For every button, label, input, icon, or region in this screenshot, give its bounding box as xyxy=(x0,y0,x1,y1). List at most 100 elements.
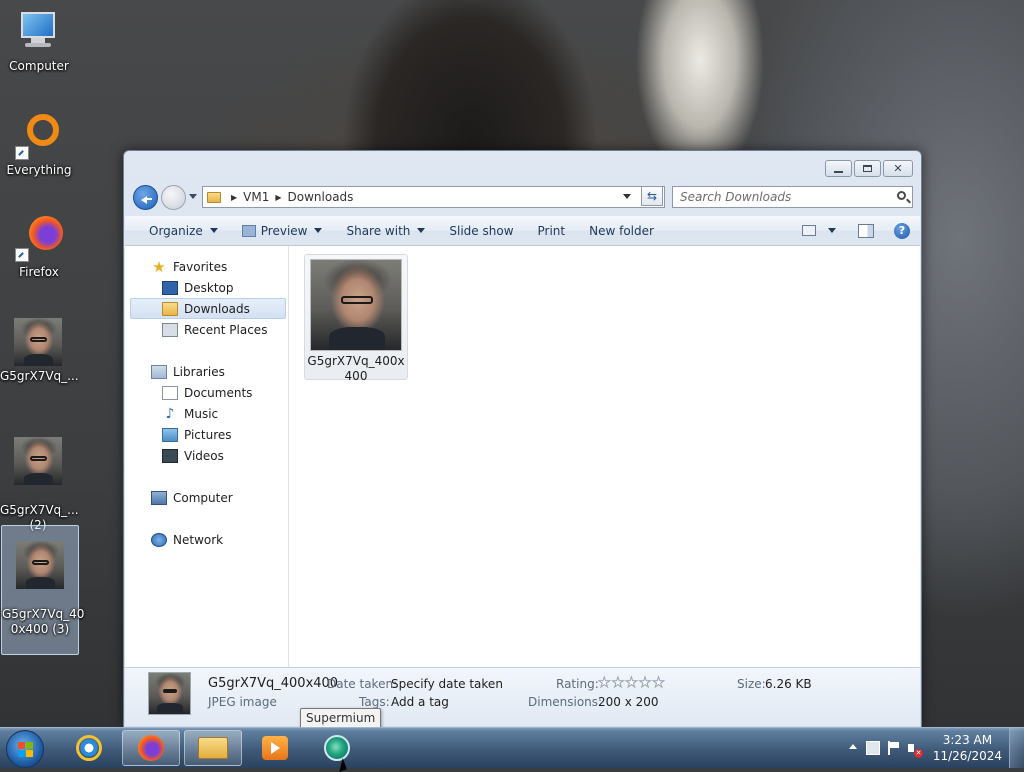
slide-show-button[interactable]: Slide show xyxy=(437,216,525,245)
nav-label: Pictures xyxy=(184,427,232,442)
desktop-icon-computer[interactable]: Computer xyxy=(1,8,77,74)
star-icon[interactable]: ★ xyxy=(638,676,652,691)
desktop-icon-label: G5grX7Vq_40 0x400 (3) xyxy=(2,607,85,636)
image-thumbnail-icon xyxy=(14,318,62,366)
nav-label: Network xyxy=(173,532,224,547)
taskbar-tooltip: Supermium xyxy=(300,708,382,729)
file-list: G5grX7Vq_400x400 xyxy=(289,246,920,667)
address-box[interactable]: ▶ VM1 ▶ Downloads xyxy=(202,186,665,208)
taskbar-app-file-explorer[interactable] xyxy=(184,730,242,766)
dimensions-value: 200 x 200 xyxy=(598,695,659,709)
file-item[interactable]: G5grX7Vq_400x400 xyxy=(304,254,408,383)
chevron-down-icon xyxy=(209,228,218,233)
folder-icon xyxy=(207,191,221,203)
nav-item-pictures[interactable]: Pictures xyxy=(125,424,288,445)
close-button[interactable]: ✕ xyxy=(883,160,913,177)
maximize-button[interactable] xyxy=(854,160,881,177)
notification-area: ✕ 3:23 AM 11/26/2024 xyxy=(834,728,1024,768)
nav-item-recent-places[interactable]: Recent Places xyxy=(125,319,288,340)
star-icon[interactable]: ★ xyxy=(625,676,639,691)
nav-label: Recent Places xyxy=(184,322,268,337)
music-icon: ♪ xyxy=(165,405,175,422)
nav-label: Libraries xyxy=(173,364,225,379)
system-clock[interactable]: 3:23 AM 11/26/2024 xyxy=(933,732,1002,764)
desktop-icon-image-3[interactable]: G5grX7Vq_40 0x400 (3) xyxy=(1,525,85,655)
chevron-down-icon xyxy=(623,193,631,199)
date-taken-label: Date taken: xyxy=(327,677,398,691)
search-input[interactable] xyxy=(680,190,885,204)
taskbar-app-media-player[interactable] xyxy=(246,730,304,766)
volume-muted-icon[interactable]: ✕ xyxy=(908,741,923,758)
image-thumbnail-icon xyxy=(14,437,62,485)
minimize-icon xyxy=(834,170,843,173)
dimensions-label: Dimensions: xyxy=(528,695,603,709)
organize-label: Organize xyxy=(149,223,203,238)
windows-logo-icon xyxy=(18,742,33,757)
nav-label: Desktop xyxy=(184,280,234,295)
navigation-pane: ★ Favorites Desktop Downloads Recent Pla… xyxy=(125,246,289,667)
start-button[interactable] xyxy=(6,730,44,768)
print-button[interactable]: Print xyxy=(526,216,578,245)
details-thumbnail xyxy=(148,672,191,715)
address-bar: ▶ VM1 ▶ Downloads ⇆ xyxy=(132,184,913,210)
forward-button[interactable] xyxy=(161,185,186,210)
supermium-icon xyxy=(324,735,350,761)
network-tray-icon[interactable] xyxy=(866,741,880,755)
size-value: 6.26 KB xyxy=(765,677,812,691)
image-thumbnail-icon xyxy=(16,541,64,589)
breadcrumb-separator-icon[interactable]: ▶ xyxy=(275,193,281,202)
tags-value[interactable]: Add a tag xyxy=(391,695,449,709)
breadcrumb-vm1[interactable]: VM1 xyxy=(243,190,269,204)
chevron-down-icon[interactable] xyxy=(828,228,836,233)
refresh-icon: ⇆ xyxy=(646,189,658,203)
nav-item-downloads[interactable]: Downloads xyxy=(130,298,286,319)
rating-stars[interactable]: ★ ★ ★ ★ ★ xyxy=(598,676,666,691)
new-folder-button[interactable]: New folder xyxy=(577,216,666,245)
star-icon[interactable]: ★ xyxy=(611,676,625,691)
nav-item-favorites[interactable]: ★ Favorites xyxy=(125,256,288,277)
search-box[interactable] xyxy=(672,186,913,208)
back-button[interactable] xyxy=(133,185,158,210)
breadcrumb-separator-icon[interactable]: ▶ xyxy=(231,193,237,202)
change-view-icon[interactable] xyxy=(802,225,816,236)
nav-item-network[interactable]: Network xyxy=(125,529,288,550)
view-controls: ? xyxy=(802,216,910,245)
minimize-button[interactable] xyxy=(825,160,852,177)
details-filename: G5grX7Vq_400x400 xyxy=(208,676,339,691)
desktop-icon-image-1[interactable]: G5grX7Vq_... xyxy=(0,318,79,384)
desktop-icon-everything[interactable]: Everything xyxy=(1,112,77,178)
star-icon[interactable]: ★ xyxy=(652,676,666,691)
address-dropdown-button[interactable] xyxy=(618,186,636,206)
star-icon[interactable]: ★ xyxy=(598,676,612,691)
nav-item-computer[interactable]: Computer xyxy=(125,487,288,508)
nav-item-libraries[interactable]: Libraries xyxy=(125,361,288,382)
nav-label: Videos xyxy=(184,448,224,463)
action-center-flag-icon[interactable] xyxy=(887,741,901,755)
recent-pages-dropdown[interactable] xyxy=(189,194,197,199)
taskbar-app-internet-explorer[interactable] xyxy=(60,730,118,766)
taskbar-app-firefox[interactable] xyxy=(122,730,180,766)
desktop-icon-firefox[interactable]: Firefox xyxy=(1,214,77,280)
firefox-icon xyxy=(15,214,63,262)
preview-button[interactable]: Preview xyxy=(230,216,335,245)
breadcrumb-downloads[interactable]: Downloads xyxy=(288,190,354,204)
refresh-button[interactable]: ⇆ xyxy=(641,186,663,206)
show-hidden-icons-button[interactable] xyxy=(849,744,857,749)
search-icon[interactable] xyxy=(897,191,906,200)
desktop-icon-label: G5grX7Vq_... xyxy=(0,369,79,383)
file-name: G5grX7Vq_400x400 xyxy=(307,354,405,383)
media-player-icon xyxy=(262,736,288,760)
organize-button[interactable]: Organize xyxy=(125,216,230,245)
nav-item-documents[interactable]: Documents xyxy=(125,382,288,403)
nav-item-videos[interactable]: Videos xyxy=(125,445,288,466)
date-taken-value[interactable]: Specify date taken xyxy=(391,677,503,691)
star-icon: ★ xyxy=(152,257,166,276)
show-desktop-button[interactable] xyxy=(1009,728,1024,768)
help-icon[interactable]: ? xyxy=(894,222,910,239)
file-explorer-icon xyxy=(198,737,228,759)
nav-item-music[interactable]: ♪ Music xyxy=(125,403,288,424)
share-with-button[interactable]: Share with xyxy=(334,216,437,245)
preview-pane-icon[interactable] xyxy=(858,223,874,238)
chevron-down-icon xyxy=(314,228,323,233)
nav-item-desktop[interactable]: Desktop xyxy=(125,277,288,298)
